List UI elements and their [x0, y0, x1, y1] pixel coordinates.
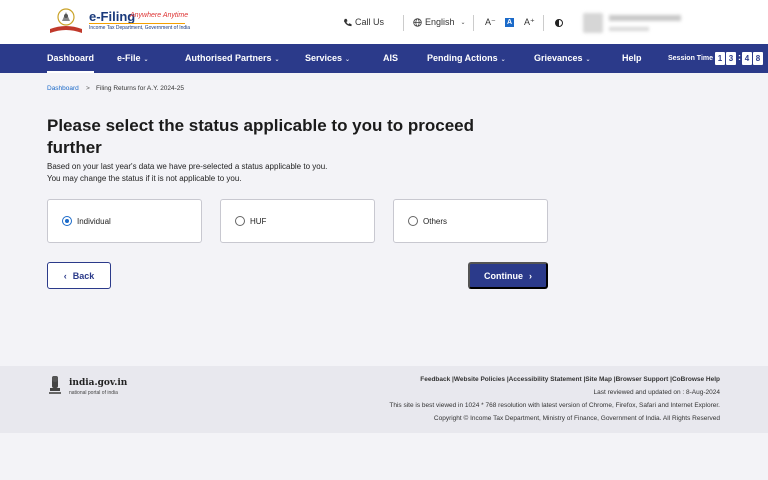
chevron-right-icon: › — [529, 270, 532, 281]
user-profile-menu[interactable] — [583, 11, 743, 37]
nav-dashboard[interactable]: Dashboard — [47, 44, 95, 73]
divider — [543, 15, 544, 31]
back-label: Back — [72, 270, 95, 281]
status-option-others[interactable]: Others — [393, 199, 548, 243]
nav-services[interactable]: Services ⌄ — [305, 44, 350, 73]
chevron-down-icon: ⌄ — [345, 57, 351, 63]
radio-unselected[interactable] — [408, 216, 418, 226]
font-decrease-button[interactable]: A⁻ — [485, 17, 496, 28]
continue-button[interactable]: Continue › — [468, 262, 548, 289]
page-description: Based on your last year's data we have p… — [47, 162, 328, 171]
page-description: You may change the status if it is not a… — [47, 174, 242, 183]
chevron-down-icon: ⌄ — [500, 57, 506, 63]
call-us-button[interactable]: Call Us — [343, 17, 384, 27]
call-us-label: Call Us — [355, 17, 385, 27]
nav-help[interactable]: Help — [622, 44, 642, 73]
divider — [403, 15, 404, 31]
contrast-toggle-icon[interactable] — [555, 19, 563, 27]
nav-grievances[interactable]: Grievances ⌄ — [534, 44, 591, 73]
session-time-label: Session Time — [668, 55, 714, 62]
radio-unselected[interactable] — [235, 216, 245, 226]
user-role-redacted — [609, 27, 649, 31]
language-selector[interactable]: English ⌄ — [413, 17, 466, 27]
breadcrumb-current: Filing Returns for A.Y. 2024-25 — [96, 85, 185, 92]
status-option-huf[interactable]: HUF — [220, 199, 375, 243]
session-colon: : — [738, 52, 741, 62]
session-digit: 4 — [742, 52, 752, 65]
national-emblem-icon[interactable] — [47, 374, 63, 398]
page-bottom — [0, 433, 768, 480]
chevron-down-icon: ⌄ — [143, 57, 149, 63]
logo-title[interactable]: e-Filing — [89, 9, 135, 24]
footer: india.gov.in national portal of india Fe… — [0, 366, 768, 433]
nav-ais[interactable]: AIS — [383, 44, 398, 73]
chevron-down-icon: ⌄ — [460, 19, 466, 26]
phone-icon — [343, 18, 352, 26]
back-button[interactable]: ‹ Back — [47, 262, 111, 289]
chevron-down-icon: ⌄ — [585, 57, 591, 63]
radio-selected[interactable] — [62, 216, 72, 226]
language-label: English — [425, 17, 455, 27]
chevron-left-icon: ‹ — [63, 270, 67, 281]
nav-pending-actions[interactable]: Pending Actions ⌄ — [427, 44, 506, 73]
breadcrumb-separator: > — [86, 85, 90, 92]
chevron-down-icon: ⌄ — [274, 57, 280, 63]
footer-links[interactable]: Feedback |Website Policies |Accessibilit… — [420, 376, 720, 383]
user-name-redacted — [609, 15, 681, 21]
font-increase-button[interactable]: A⁺ — [524, 17, 535, 28]
best-viewed-note: This site is best viewed in 1024 * 768 r… — [389, 402, 720, 409]
main-nav: Dashboard e-File ⌄ Authorised Partners ⌄ S… — [0, 44, 768, 73]
nav-e-file[interactable]: e-File ⌄ — [117, 44, 149, 73]
option-label: HUF — [250, 217, 267, 226]
india-gov-brand[interactable]: india.gov.in — [69, 378, 127, 388]
option-label: Individual — [77, 217, 111, 226]
globe-icon — [413, 17, 422, 27]
last-reviewed: Last reviewed and updated on : 8-Aug-202… — [593, 389, 720, 396]
session-digit: 8 — [753, 52, 763, 65]
nav-authorised-partners[interactable]: Authorised Partners ⌄ — [185, 44, 280, 73]
logo-underline — [89, 23, 185, 24]
india-gov-subtitle: national portal of india — [69, 390, 118, 396]
font-normal-button[interactable]: A — [505, 18, 514, 27]
income-tax-emblem-icon[interactable] — [48, 7, 84, 35]
copyright: Copyright © Income Tax Department, Minis… — [433, 415, 720, 422]
session-digit: 1 — [715, 52, 725, 65]
avatar — [583, 13, 603, 33]
logo-tagline: Anywhere Anytime — [130, 12, 189, 19]
continue-label: Continue — [484, 270, 523, 281]
logo-subtitle: Income Tax Department, Government of Ind… — [89, 25, 191, 31]
divider — [473, 15, 474, 31]
session-digit: 3 — [726, 52, 736, 65]
status-option-individual[interactable]: Individual — [47, 199, 202, 243]
top-header: e-Filing Anywhere Anytime Income Tax Dep… — [0, 0, 768, 44]
page-title: Please select the status applicable to y… — [47, 116, 475, 157]
option-label: Others — [423, 217, 448, 226]
breadcrumb-dashboard[interactable]: Dashboard — [47, 85, 79, 92]
